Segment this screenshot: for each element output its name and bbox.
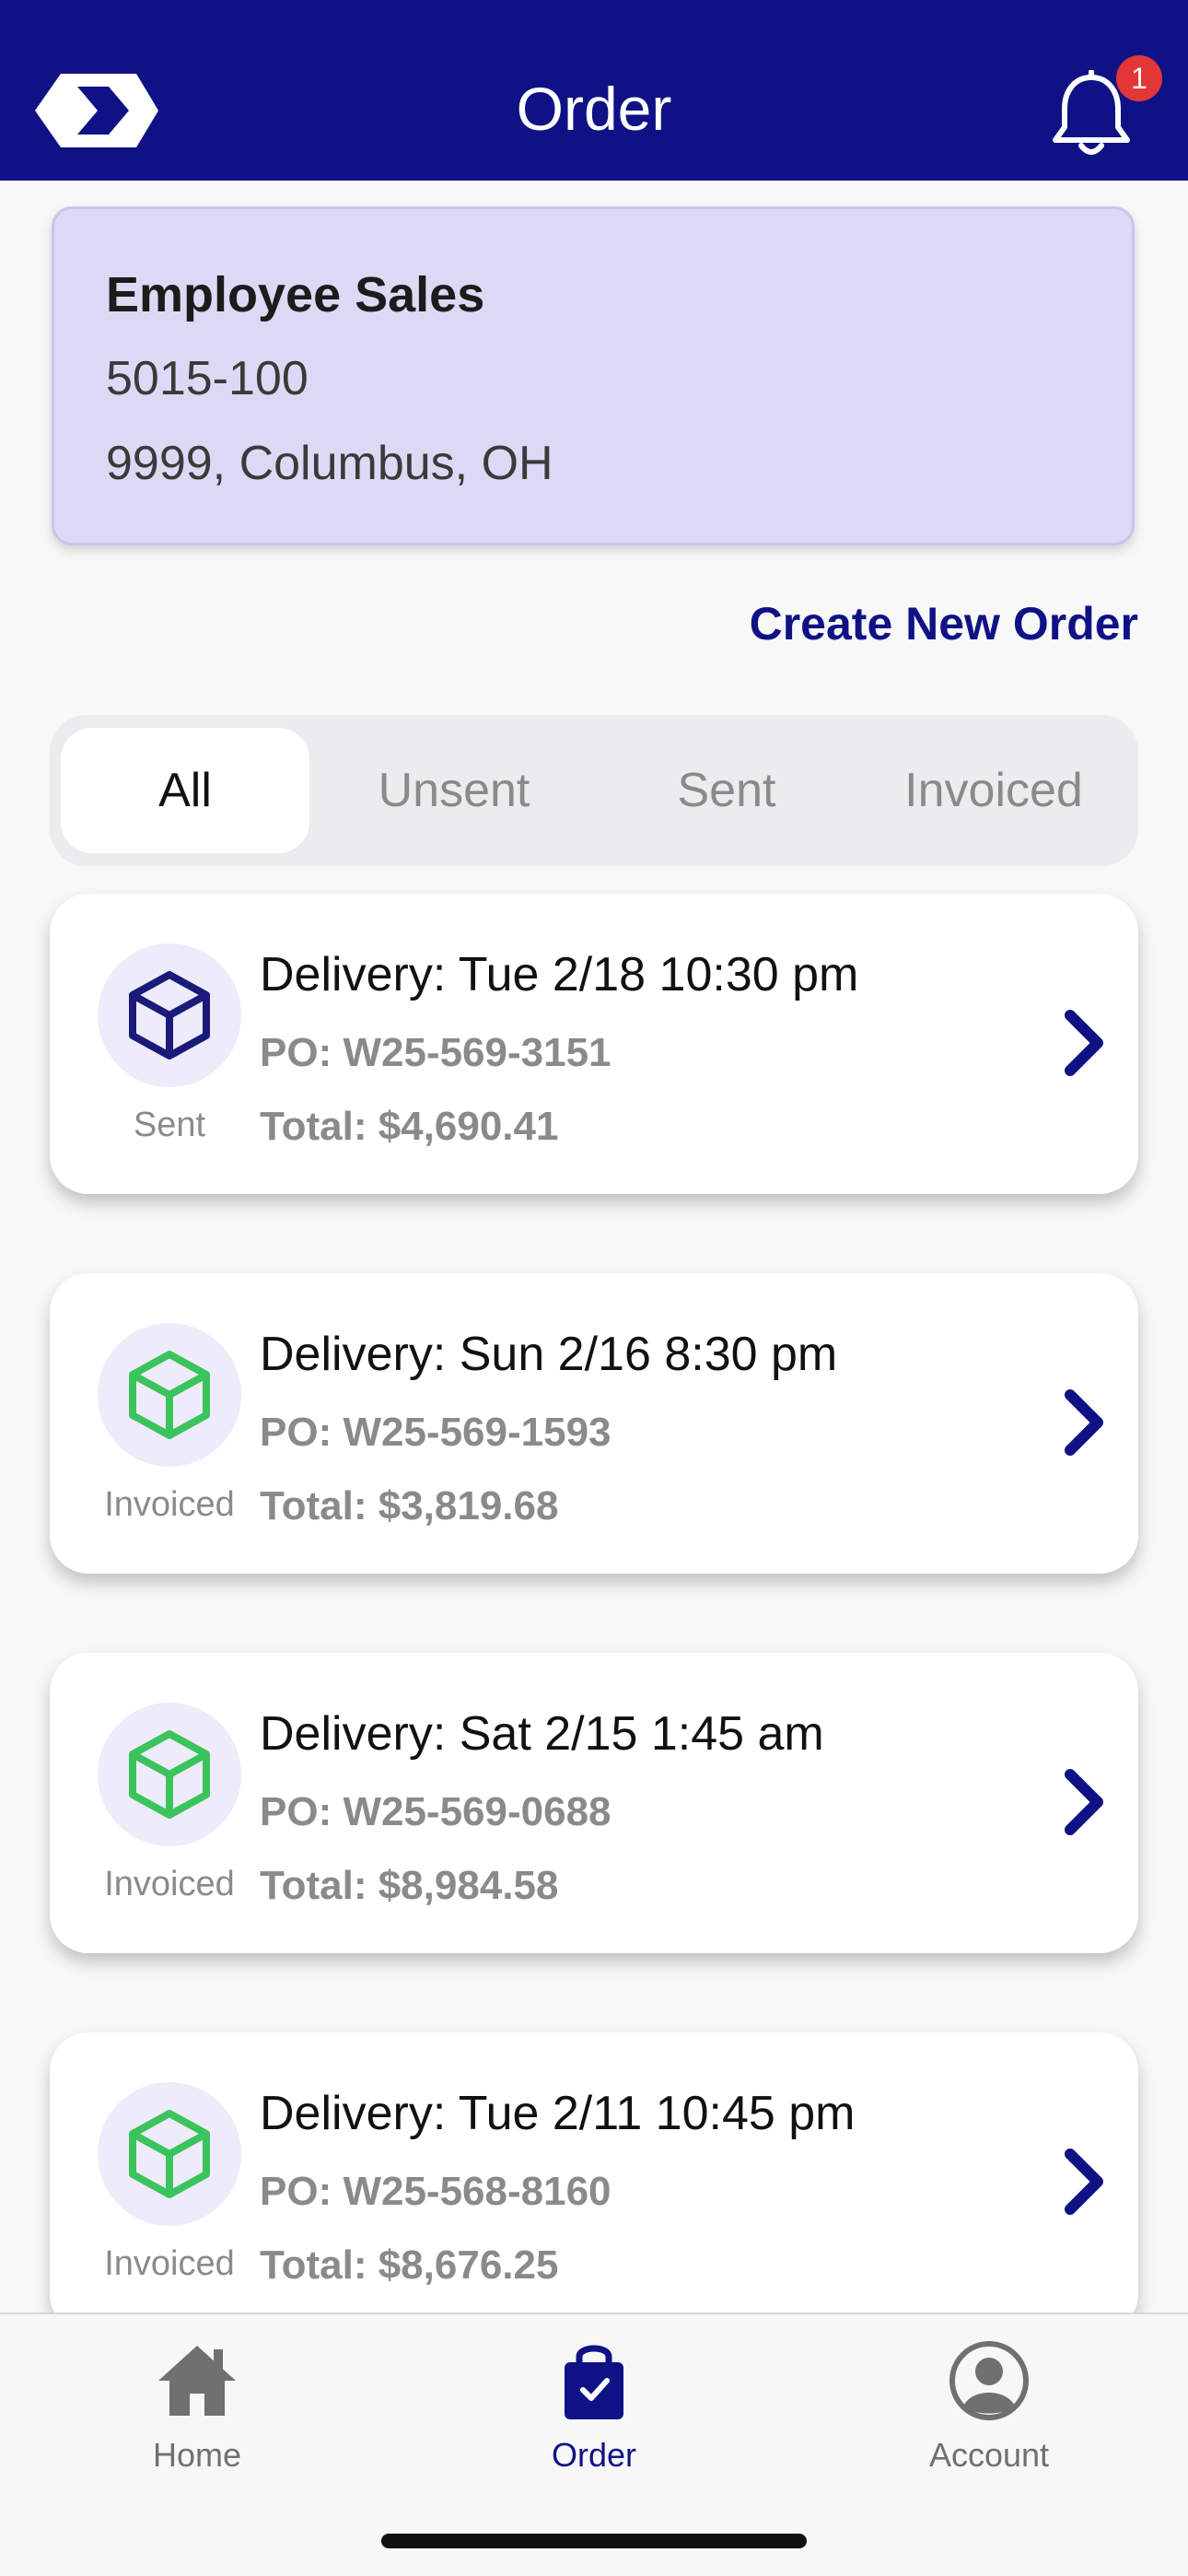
nav-label-order: Order bbox=[551, 2436, 637, 2474]
order-total: Total: $4,690.41 bbox=[260, 1104, 559, 1149]
po-number: PO: W25-569-3151 bbox=[260, 1030, 611, 1075]
delivery-time: Delivery: Tue 2/11 10:45 pm bbox=[260, 2087, 856, 2140]
order-total: Total: $3,819.68 bbox=[260, 1483, 559, 1528]
order-card[interactable]: Invoiced Delivery: Sat 2/15 1:45 am PO: … bbox=[50, 1653, 1138, 1953]
page-title: Order bbox=[516, 75, 672, 143]
order-card[interactable]: Invoiced Delivery: Sun 2/16 8:30 pm PO: … bbox=[50, 1273, 1138, 1574]
tab-all[interactable]: All bbox=[61, 728, 309, 853]
customer-address: 9999, Columbus, OH bbox=[106, 437, 553, 490]
po-number: PO: W25-569-1593 bbox=[260, 1410, 611, 1455]
chevron-right-icon bbox=[1065, 2149, 1103, 2215]
chevron-right-icon bbox=[1065, 1010, 1103, 1076]
status-icon-circle bbox=[98, 1323, 241, 1467]
account-icon bbox=[949, 2341, 1029, 2420]
delivery-time: Delivery: Tue 2/18 10:30 pm bbox=[260, 948, 859, 1001]
order-status: Sent bbox=[133, 1106, 206, 1144]
nav-label-home: Home bbox=[152, 2436, 242, 2474]
box-icon bbox=[129, 1351, 210, 1439]
home-icon bbox=[158, 2346, 236, 2416]
status-icon-circle bbox=[98, 1703, 241, 1846]
status-icon-circle bbox=[98, 943, 241, 1087]
box-icon bbox=[129, 2110, 210, 2198]
nav-item-order[interactable]: Order bbox=[474, 2336, 714, 2475]
po-number: PO: W25-569-0688 bbox=[260, 1789, 611, 1834]
chevron-right-icon bbox=[1065, 1389, 1103, 1456]
box-icon bbox=[129, 1730, 210, 1819]
customer-card[interactable]: Employee Sales 5015-100 9999, Columbus, … bbox=[52, 206, 1135, 545]
order-total: Total: $8,676.25 bbox=[260, 2242, 559, 2288]
order-filter-tabs: All Unsent Sent Invoiced bbox=[50, 715, 1138, 866]
order-card[interactable]: Sent Delivery: Tue 2/18 10:30 pm PO: W25… bbox=[50, 894, 1138, 1194]
order-status: Invoiced bbox=[104, 1865, 235, 1903]
order-status: Invoiced bbox=[104, 2244, 235, 2283]
notification-badge: 1 bbox=[1116, 55, 1162, 101]
customer-number: 5015-100 bbox=[106, 352, 309, 405]
home-indicator bbox=[381, 2534, 807, 2548]
chevron-right-icon bbox=[1065, 1769, 1103, 1835]
shopping-bag-icon bbox=[565, 2345, 623, 2419]
order-total: Total: $8,984.58 bbox=[260, 1863, 559, 1908]
delivery-time: Delivery: Sun 2/16 8:30 pm bbox=[260, 1328, 838, 1381]
customer-name: Employee Sales bbox=[106, 267, 485, 322]
status-icon-circle bbox=[98, 2082, 241, 2226]
tab-unsent[interactable]: Unsent bbox=[330, 728, 578, 853]
nav-item-home[interactable]: Home bbox=[77, 2336, 317, 2475]
po-number: PO: W25-568-8160 bbox=[260, 2169, 611, 2214]
app-header: Order 1 bbox=[0, 0, 1188, 181]
tab-sent[interactable]: Sent bbox=[602, 728, 851, 853]
box-icon bbox=[129, 971, 210, 1060]
delivery-time: Delivery: Sat 2/15 1:45 am bbox=[260, 1707, 824, 1761]
create-new-order-link[interactable]: Create New Order bbox=[750, 597, 1138, 650]
order-screen: Order 1 Employee Sales 5015-100 9999, Co… bbox=[0, 0, 1188, 2576]
tab-invoiced[interactable]: Invoiced bbox=[869, 728, 1118, 853]
order-card[interactable]: Invoiced Delivery: Tue 2/11 10:45 pm PO:… bbox=[50, 2032, 1138, 2333]
nav-item-account[interactable]: Account bbox=[869, 2336, 1109, 2475]
nav-label-account: Account bbox=[928, 2436, 1050, 2474]
order-status: Invoiced bbox=[104, 1485, 235, 1524]
